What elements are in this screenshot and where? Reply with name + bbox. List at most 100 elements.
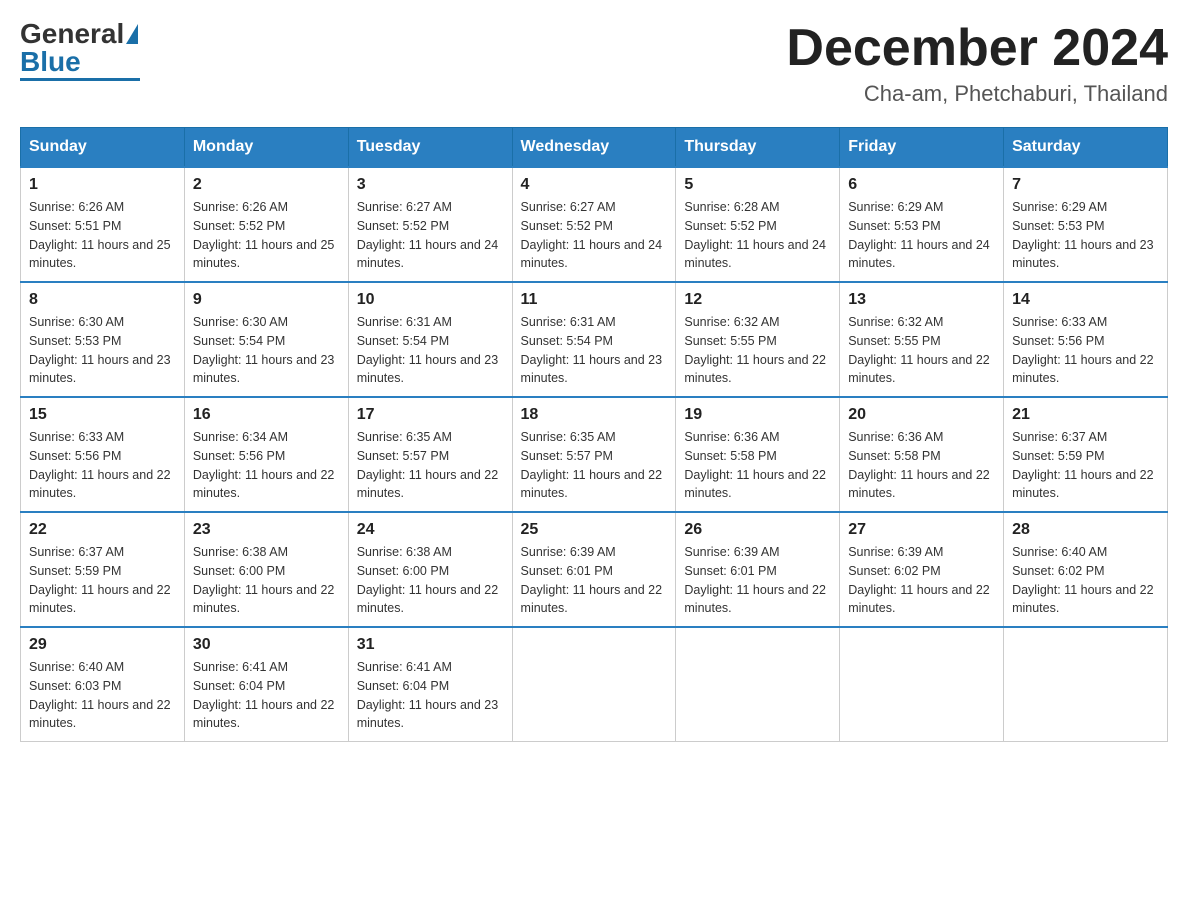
calendar-cell: 2 Sunrise: 6:26 AMSunset: 5:52 PMDayligh… xyxy=(184,167,348,282)
day-number: 22 xyxy=(29,521,176,539)
day-number: 5 xyxy=(684,176,831,194)
logo-triangle-icon xyxy=(126,24,138,44)
day-number: 17 xyxy=(357,406,504,424)
day-info: Sunrise: 6:40 AMSunset: 6:02 PMDaylight:… xyxy=(1012,543,1159,618)
day-number: 12 xyxy=(684,291,831,309)
logo: General Blue xyxy=(20,20,140,81)
day-info: Sunrise: 6:31 AMSunset: 5:54 PMDaylight:… xyxy=(521,313,668,388)
day-info: Sunrise: 6:40 AMSunset: 6:03 PMDaylight:… xyxy=(29,658,176,733)
logo-underline xyxy=(20,78,140,81)
calendar-cell: 17 Sunrise: 6:35 AMSunset: 5:57 PMDaylig… xyxy=(348,397,512,512)
day-info: Sunrise: 6:34 AMSunset: 5:56 PMDaylight:… xyxy=(193,428,340,503)
day-info: Sunrise: 6:36 AMSunset: 5:58 PMDaylight:… xyxy=(848,428,995,503)
page-header: General Blue December 2024 Cha-am, Phetc… xyxy=(20,20,1168,107)
calendar-cell: 28 Sunrise: 6:40 AMSunset: 6:02 PMDaylig… xyxy=(1004,512,1168,627)
logo-blue-text: Blue xyxy=(20,48,81,76)
day-number: 28 xyxy=(1012,521,1159,539)
logo-general-text: General xyxy=(20,20,124,48)
weekday-header-tuesday: Tuesday xyxy=(348,128,512,168)
day-info: Sunrise: 6:29 AMSunset: 5:53 PMDaylight:… xyxy=(848,198,995,273)
calendar-cell: 25 Sunrise: 6:39 AMSunset: 6:01 PMDaylig… xyxy=(512,512,676,627)
week-row-1: 1 Sunrise: 6:26 AMSunset: 5:51 PMDayligh… xyxy=(21,167,1168,282)
day-number: 31 xyxy=(357,636,504,654)
day-number: 8 xyxy=(29,291,176,309)
calendar-cell: 4 Sunrise: 6:27 AMSunset: 5:52 PMDayligh… xyxy=(512,167,676,282)
day-info: Sunrise: 6:27 AMSunset: 5:52 PMDaylight:… xyxy=(357,198,504,273)
day-info: Sunrise: 6:38 AMSunset: 6:00 PMDaylight:… xyxy=(357,543,504,618)
day-number: 19 xyxy=(684,406,831,424)
calendar-cell: 10 Sunrise: 6:31 AMSunset: 5:54 PMDaylig… xyxy=(348,282,512,397)
day-number: 26 xyxy=(684,521,831,539)
calendar-cell: 29 Sunrise: 6:40 AMSunset: 6:03 PMDaylig… xyxy=(21,627,185,742)
day-number: 13 xyxy=(848,291,995,309)
calendar-cell: 23 Sunrise: 6:38 AMSunset: 6:00 PMDaylig… xyxy=(184,512,348,627)
calendar-cell: 8 Sunrise: 6:30 AMSunset: 5:53 PMDayligh… xyxy=(21,282,185,397)
day-info: Sunrise: 6:26 AMSunset: 5:51 PMDaylight:… xyxy=(29,198,176,273)
day-number: 20 xyxy=(848,406,995,424)
calendar-cell xyxy=(1004,627,1168,742)
calendar-cell xyxy=(512,627,676,742)
day-number: 30 xyxy=(193,636,340,654)
day-number: 1 xyxy=(29,176,176,194)
day-info: Sunrise: 6:32 AMSunset: 5:55 PMDaylight:… xyxy=(684,313,831,388)
calendar-cell: 26 Sunrise: 6:39 AMSunset: 6:01 PMDaylig… xyxy=(676,512,840,627)
calendar-cell: 20 Sunrise: 6:36 AMSunset: 5:58 PMDaylig… xyxy=(840,397,1004,512)
day-info: Sunrise: 6:33 AMSunset: 5:56 PMDaylight:… xyxy=(1012,313,1159,388)
calendar-cell: 30 Sunrise: 6:41 AMSunset: 6:04 PMDaylig… xyxy=(184,627,348,742)
calendar-cell: 12 Sunrise: 6:32 AMSunset: 5:55 PMDaylig… xyxy=(676,282,840,397)
day-number: 23 xyxy=(193,521,340,539)
day-info: Sunrise: 6:30 AMSunset: 5:54 PMDaylight:… xyxy=(193,313,340,388)
day-info: Sunrise: 6:39 AMSunset: 6:01 PMDaylight:… xyxy=(684,543,831,618)
weekday-header-monday: Monday xyxy=(184,128,348,168)
day-number: 11 xyxy=(521,291,668,309)
day-number: 14 xyxy=(1012,291,1159,309)
calendar-cell: 13 Sunrise: 6:32 AMSunset: 5:55 PMDaylig… xyxy=(840,282,1004,397)
calendar-cell: 1 Sunrise: 6:26 AMSunset: 5:51 PMDayligh… xyxy=(21,167,185,282)
day-number: 9 xyxy=(193,291,340,309)
week-row-2: 8 Sunrise: 6:30 AMSunset: 5:53 PMDayligh… xyxy=(21,282,1168,397)
weekday-header-thursday: Thursday xyxy=(676,128,840,168)
calendar-cell: 16 Sunrise: 6:34 AMSunset: 5:56 PMDaylig… xyxy=(184,397,348,512)
day-info: Sunrise: 6:38 AMSunset: 6:00 PMDaylight:… xyxy=(193,543,340,618)
calendar-cell: 31 Sunrise: 6:41 AMSunset: 6:04 PMDaylig… xyxy=(348,627,512,742)
day-number: 2 xyxy=(193,176,340,194)
weekday-header-saturday: Saturday xyxy=(1004,128,1168,168)
calendar-cell: 11 Sunrise: 6:31 AMSunset: 5:54 PMDaylig… xyxy=(512,282,676,397)
weekday-header-wednesday: Wednesday xyxy=(512,128,676,168)
day-info: Sunrise: 6:37 AMSunset: 5:59 PMDaylight:… xyxy=(1012,428,1159,503)
day-info: Sunrise: 6:41 AMSunset: 6:04 PMDaylight:… xyxy=(193,658,340,733)
day-info: Sunrise: 6:26 AMSunset: 5:52 PMDaylight:… xyxy=(193,198,340,273)
calendar-table: SundayMondayTuesdayWednesdayThursdayFrid… xyxy=(20,127,1168,742)
day-number: 16 xyxy=(193,406,340,424)
calendar-cell: 3 Sunrise: 6:27 AMSunset: 5:52 PMDayligh… xyxy=(348,167,512,282)
day-number: 21 xyxy=(1012,406,1159,424)
weekday-header-friday: Friday xyxy=(840,128,1004,168)
day-number: 10 xyxy=(357,291,504,309)
day-number: 3 xyxy=(357,176,504,194)
day-info: Sunrise: 6:36 AMSunset: 5:58 PMDaylight:… xyxy=(684,428,831,503)
day-number: 7 xyxy=(1012,176,1159,194)
calendar-cell: 21 Sunrise: 6:37 AMSunset: 5:59 PMDaylig… xyxy=(1004,397,1168,512)
week-row-5: 29 Sunrise: 6:40 AMSunset: 6:03 PMDaylig… xyxy=(21,627,1168,742)
calendar-cell: 19 Sunrise: 6:36 AMSunset: 5:58 PMDaylig… xyxy=(676,397,840,512)
day-number: 27 xyxy=(848,521,995,539)
day-info: Sunrise: 6:31 AMSunset: 5:54 PMDaylight:… xyxy=(357,313,504,388)
calendar-cell: 5 Sunrise: 6:28 AMSunset: 5:52 PMDayligh… xyxy=(676,167,840,282)
day-info: Sunrise: 6:39 AMSunset: 6:01 PMDaylight:… xyxy=(521,543,668,618)
calendar-cell xyxy=(840,627,1004,742)
calendar-cell xyxy=(676,627,840,742)
calendar-cell: 27 Sunrise: 6:39 AMSunset: 6:02 PMDaylig… xyxy=(840,512,1004,627)
calendar-cell: 14 Sunrise: 6:33 AMSunset: 5:56 PMDaylig… xyxy=(1004,282,1168,397)
day-number: 18 xyxy=(521,406,668,424)
day-info: Sunrise: 6:30 AMSunset: 5:53 PMDaylight:… xyxy=(29,313,176,388)
weekday-header-row: SundayMondayTuesdayWednesdayThursdayFrid… xyxy=(21,128,1168,168)
day-info: Sunrise: 6:39 AMSunset: 6:02 PMDaylight:… xyxy=(848,543,995,618)
day-number: 25 xyxy=(521,521,668,539)
calendar-cell: 9 Sunrise: 6:30 AMSunset: 5:54 PMDayligh… xyxy=(184,282,348,397)
calendar-cell: 18 Sunrise: 6:35 AMSunset: 5:57 PMDaylig… xyxy=(512,397,676,512)
weekday-header-sunday: Sunday xyxy=(21,128,185,168)
day-number: 4 xyxy=(521,176,668,194)
calendar-cell: 22 Sunrise: 6:37 AMSunset: 5:59 PMDaylig… xyxy=(21,512,185,627)
week-row-4: 22 Sunrise: 6:37 AMSunset: 5:59 PMDaylig… xyxy=(21,512,1168,627)
week-row-3: 15 Sunrise: 6:33 AMSunset: 5:56 PMDaylig… xyxy=(21,397,1168,512)
